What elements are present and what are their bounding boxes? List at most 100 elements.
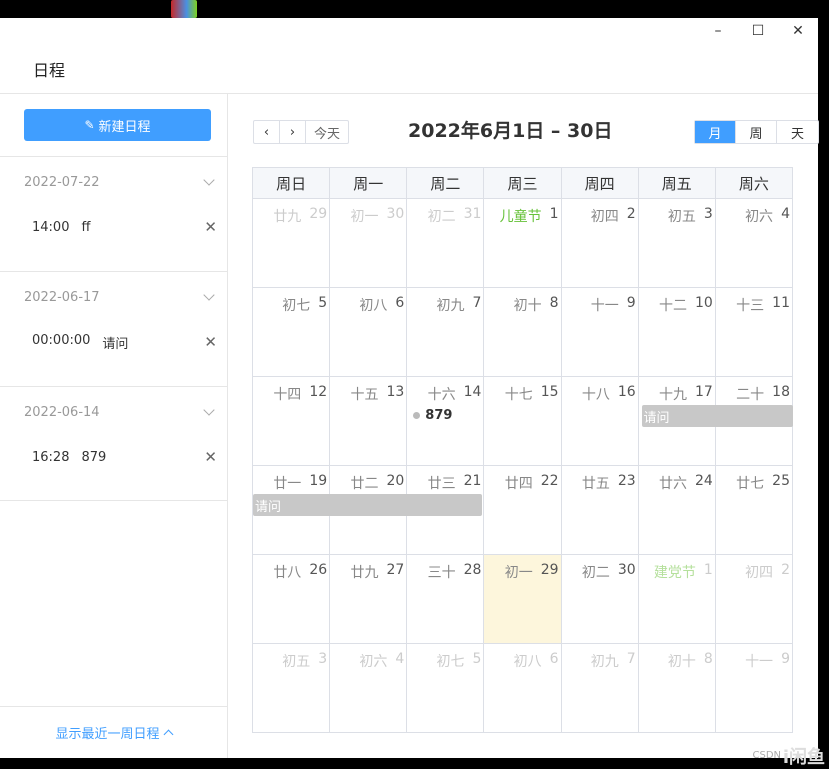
day-cell[interactable]: 初十 8 (638, 644, 716, 733)
schedule-entry[interactable]: 14:00 ff ✕ (24, 207, 217, 247)
day-cell[interactable]: 廿四 22 (484, 466, 562, 555)
day-cell[interactable]: 初七 5 (253, 288, 331, 377)
day-number: 27 (386, 562, 405, 578)
day-cell[interactable]: 十七 15 (484, 377, 562, 466)
schedule-group-header[interactable]: 2022-06-17 (24, 272, 217, 322)
day-cell[interactable]: 十二 10 (638, 288, 716, 377)
close-icon[interactable]: ✕ (204, 448, 217, 466)
schedule-entry[interactable]: 00:00:00 请问 ✕ (24, 322, 217, 362)
schedule-group-date: 2022-06-14 (24, 404, 100, 420)
view-switcher: 月 周 天 (694, 120, 819, 144)
close-icon[interactable]: ✕ (204, 218, 217, 236)
weekday-header-row: 周日 周一 周二 周三 周四 周五 周六 (253, 168, 793, 199)
today-button[interactable]: 今天 (306, 121, 348, 143)
day-cell[interactable]: 初八 6 (484, 644, 562, 733)
day-cell[interactable]: 初二 30 (561, 555, 639, 644)
month-grid: 周日 周一 周二 周三 周四 周五 周六 廿九 29 初一 30 初二 31 儿童节 1 初四 2 初五 3 初六 4… (252, 167, 794, 733)
day-number: 12 (309, 384, 328, 400)
calendar-main: ‹ › 今天 2022年6月1日 – 30日 月 周 天 周日 周一 周二 周三 周四周… (228, 94, 819, 758)
day-number: 1 (703, 562, 713, 578)
lunar-date: 初十 (667, 654, 696, 670)
day-cell[interactable]: 廿六 24 (638, 466, 716, 555)
schedule-group-header[interactable]: 2022-06-14 (24, 387, 217, 437)
day-cell[interactable]: 初五 3 (638, 199, 716, 288)
day-cell[interactable]: 三十 28 (407, 555, 485, 644)
day-cell[interactable]: 十四 12 (253, 377, 331, 466)
lunar-date: 儿童节 (499, 209, 542, 225)
lunar-date: 初六 (359, 654, 388, 670)
view-month-button[interactable]: 月 (695, 121, 736, 143)
day-number: 16 (617, 384, 636, 400)
view-week-button[interactable]: 周 (736, 121, 777, 143)
day-cell[interactable]: 初五 3 (253, 644, 331, 733)
lunar-date: 二十 (736, 387, 765, 403)
weekday-header: 周日 (253, 168, 331, 199)
day-cell[interactable]: 廿七 25 (715, 466, 793, 555)
day-cell[interactable]: 廿五 23 (561, 466, 639, 555)
day-cell[interactable]: 初九 7 (407, 288, 485, 377)
day-cell[interactable]: 初六 4 (715, 199, 793, 288)
next-button[interactable]: › (280, 121, 306, 143)
day-cell-today[interactable]: 初一 29 (484, 555, 562, 644)
minimize-button[interactable]: – (698, 18, 738, 44)
lunar-date: 初一 (350, 209, 379, 225)
calendar-event-bar[interactable]: 请问 (253, 494, 482, 516)
day-cell[interactable]: 初十 8 (484, 288, 562, 377)
page-title: 日程 (33, 60, 66, 80)
close-button[interactable]: ✕ (778, 18, 818, 44)
week-row: 十四 12 十五 13 十六 14 879 十七 15 十八 16 十九 17 二十 18 请问 (253, 377, 794, 466)
view-day-button[interactable]: 天 (777, 121, 818, 143)
day-number: 31 (463, 206, 482, 222)
show-recent-week-label: 显示最近一周日程 (55, 727, 160, 742)
day-cell[interactable]: 十六 14 879 (407, 377, 485, 466)
day-number: 6 (395, 295, 405, 311)
maximize-button[interactable]: ☐ (738, 18, 778, 44)
calendar-event[interactable]: 879 (413, 408, 452, 423)
lunar-date: 廿九 (273, 209, 302, 225)
day-cell[interactable]: 廿八 26 (253, 555, 331, 644)
lunar-date: 廿三 (427, 476, 456, 492)
day-cell[interactable]: 建党节 1 (638, 555, 716, 644)
day-number: 5 (318, 295, 328, 311)
day-cell[interactable]: 廿九 27 (330, 555, 408, 644)
day-cell[interactable]: 廿九 29 (253, 199, 331, 288)
day-number: 9 (626, 295, 636, 311)
chevron-down-icon[interactable] (203, 404, 215, 416)
chevron-down-icon[interactable] (203, 289, 215, 301)
schedule-group-date: 2022-06-17 (24, 289, 100, 305)
day-cell[interactable]: 儿童节 1 (484, 199, 562, 288)
day-cell[interactable]: 十八 16 (561, 377, 639, 466)
prev-button[interactable]: ‹ (254, 121, 280, 143)
lunar-date: 初九 (590, 654, 619, 670)
day-cell[interactable]: 初二 31 (407, 199, 485, 288)
new-schedule-button[interactable]: ✎ 新建日程 (24, 109, 211, 141)
day-cell[interactable]: 十一 9 (715, 644, 793, 733)
day-cell[interactable]: 初九 7 (561, 644, 639, 733)
schedule-title: 879 (81, 449, 107, 465)
day-cell[interactable]: 初八 6 (330, 288, 408, 377)
day-cell[interactable]: 十三 11 (715, 288, 793, 377)
day-cell[interactable]: 初四 2 (715, 555, 793, 644)
chevron-down-icon[interactable] (203, 174, 215, 186)
day-number: 15 (540, 384, 559, 400)
calendar-event-bar[interactable]: 请问 (641, 405, 794, 427)
day-number: 26 (309, 562, 328, 578)
day-cell[interactable]: 初七 5 (407, 644, 485, 733)
watermark: i闲鱼 (782, 747, 825, 768)
show-recent-week-link[interactable]: 显示最近一周日程 (0, 706, 227, 758)
day-cell[interactable]: 十一 9 (561, 288, 639, 377)
close-icon[interactable]: ✕ (204, 333, 217, 351)
day-cell[interactable]: 初四 2 (561, 199, 639, 288)
day-number: 29 (309, 206, 328, 222)
day-cell[interactable]: 十五 13 (330, 377, 408, 466)
day-cell[interactable]: 初一 30 (330, 199, 408, 288)
app-header: 日程 (0, 44, 818, 94)
day-number: 7 (472, 295, 482, 311)
day-cell[interactable]: 初六 4 (330, 644, 408, 733)
schedule-entry[interactable]: 16:28 879 ✕ (24, 437, 217, 477)
weekday-header: 周一 (330, 168, 408, 199)
schedule-group-header[interactable]: 2022-07-22 (24, 157, 217, 207)
sidebar: ✎ 新建日程 2022-07-22 14:00 ff ✕ 2022-06-17 (0, 94, 228, 758)
day-number: 3 (703, 206, 713, 222)
weekday-header: 周六 (715, 168, 793, 199)
